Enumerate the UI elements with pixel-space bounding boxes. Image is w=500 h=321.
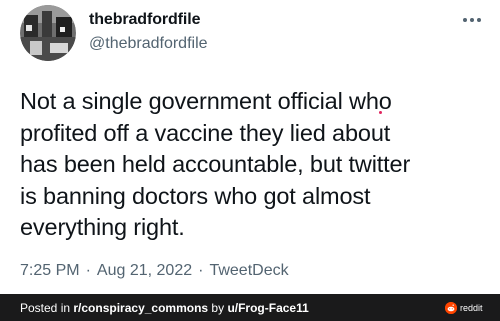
meta-separator: · [85,262,91,279]
avatar[interactable] [20,5,76,61]
avatar-image [20,5,76,61]
reddit-logo-icon [445,302,457,314]
user-handle[interactable]: @thebradfordfile [89,35,208,53]
tweet-source[interactable]: TweetDeck [209,262,288,280]
tweet-time[interactable]: 7:25 PM [20,262,80,280]
reddit-footer-bar: Posted in r/conspiracy_commons by u/Frog… [0,294,500,321]
subreddit-link[interactable]: r/conspiracy_commons [73,301,208,315]
tweet-card: thebradfordfile @thebradfordfile Not a s… [0,0,500,294]
stray-mark [379,111,382,114]
tweet-text: Not a single government official who pro… [20,88,411,240]
reddit-badge[interactable]: reddit [445,301,483,315]
more-horizontal-icon [463,18,481,22]
by-label: by [208,301,228,315]
tweet-metadata: 7:25 PM · Aug 21, 2022 · TweetDeck [20,262,289,280]
username-link[interactable]: u/Frog-Face11 [227,301,308,315]
more-options-button[interactable] [461,12,483,28]
tweet-date[interactable]: Aug 21, 2022 [97,262,192,280]
reddit-wordmark: reddit [460,303,483,313]
display-name[interactable]: thebradfordfile [89,11,201,29]
footer-attribution: Posted in r/conspiracy_commons by u/Frog… [20,301,309,315]
meta-separator: · [198,262,204,279]
posted-in-label: Posted in [20,301,74,315]
